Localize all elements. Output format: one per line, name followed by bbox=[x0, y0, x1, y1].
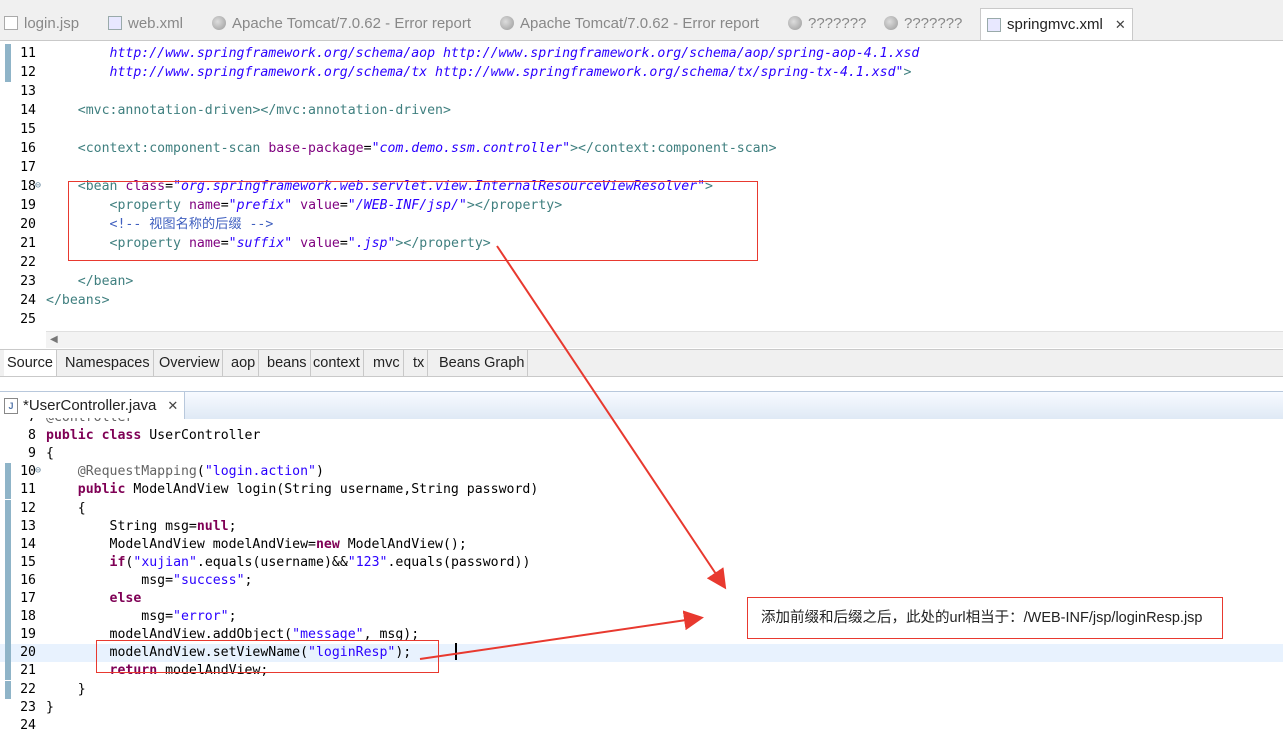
arrow-to-callout bbox=[496, 245, 727, 590]
arrow-from-set-view-name bbox=[419, 610, 704, 660]
annotation-arrows bbox=[419, 245, 727, 660]
